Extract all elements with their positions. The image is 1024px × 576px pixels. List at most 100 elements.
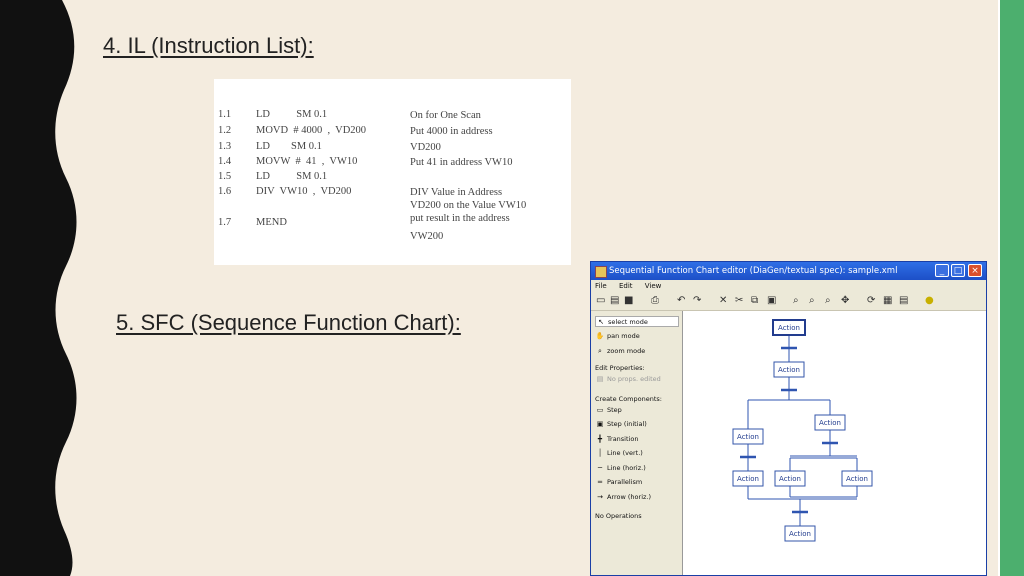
il-comment: Put 4000 in address [410,126,493,137]
new-file-icon[interactable]: ▭ [596,295,605,307]
step-label: Action [737,433,759,441]
edit-properties-value: ▤ No props. edited [596,375,661,383]
palette-parallelism[interactable]: ═ Parallelism [595,478,642,486]
hand-icon: ✋ [595,332,605,340]
il-comment: VD200 on the Value VW10 [410,200,527,211]
lightbulb-icon[interactable]: ● [925,295,934,307]
il-comment: Put 41 in address VW10 [410,157,513,168]
zoom-in-icon[interactable]: ⌕ [793,295,799,307]
step-label: Action [789,530,811,538]
step-label: Action [778,324,800,332]
parallel-icon: ═ [597,478,603,486]
il-comment: VW200 [410,231,444,242]
instruction-list-image: 1.1 LD SM 0.1 On for One Scan 1.2 MOVD # 400… [214,79,571,265]
create-components-label: Create Components: [595,395,662,403]
close-button[interactable]: × [968,264,982,277]
palette-select-mode[interactable]: ↖ select mode [595,316,679,327]
initial-step-icon: ▣ [596,420,604,428]
il-instruction: DIV VW10 , VD200 [256,186,352,197]
step-label: Action [737,475,759,483]
il-line-number: 1.6 [218,186,232,197]
step-label: Action [819,419,841,427]
il-line-number: 1.1 [218,109,232,120]
move-icon[interactable]: ✥ [841,295,849,307]
redo-icon[interactable]: ↷ [693,295,701,307]
operations-label: No Operations [595,512,642,520]
refresh-icon[interactable]: ⟳ [867,295,875,307]
minimize-button[interactable]: _ [935,264,949,277]
il-instruction: MOVD # 4000 , VD200 [256,125,367,136]
sfc-diagram: Action Action Action Action Action Actio… [732,319,873,542]
properties-icon[interactable]: ▤ [899,295,908,307]
heading-sequence-function-chart: 5. SFC (Sequence Function Chart): [116,310,461,335]
step-node[interactable]: Action [774,470,806,487]
il-instruction: LD SM 0.1 [256,141,322,152]
arrow-right-icon: → [597,493,603,501]
window-title: Sequential Function Chart editor (DiaGen… [609,266,898,276]
il-instruction: MEND [256,217,287,228]
il-comment: VD200 [410,142,441,153]
print-icon[interactable]: ⎙ [651,295,659,307]
il-line-number: 1.5 [218,171,232,182]
palette-step[interactable]: ▭ Step [595,406,622,414]
edit-properties-label: Edit Properties: [595,364,645,372]
il-comment: DIV Value in Address [410,187,503,198]
heading-instruction-list: 4. IL (Instruction List): [103,33,314,58]
zoom-fit-icon[interactable]: ⌕ [825,295,831,307]
il-comment: On for One Scan [410,110,481,121]
toolbar: ▭ ▤ ■ ⎙ ↶ ↷ ✕ ✂ ⧉ ▣ ⌕ ⌕ ⌕ ✥ ⟳ ▦ ▤ ● [591,292,986,311]
il-instruction: LD SM 0.1 [256,171,328,182]
maximize-button[interactable]: □ [951,264,965,277]
il-comment: put result in the address [410,213,510,224]
decorative-wavy-band [0,0,77,576]
layout-icon[interactable]: ▦ [883,295,892,307]
palette-pan-mode[interactable]: ✋ pan mode [595,331,679,342]
initial-step-node[interactable]: Action [772,319,806,336]
palette-step-initial[interactable]: ▣ Step (initial) [595,420,647,428]
step-label: Action [779,475,801,483]
properties-icon: ▤ [596,375,604,383]
il-instruction: MOVW # 41 , VW10 [256,156,358,167]
transition-icon: ╋ [597,435,603,443]
il-line-number: 1.2 [218,125,232,136]
step-node[interactable]: Action [773,361,805,378]
step-icon: ▭ [596,406,604,414]
il-line-number: 1.3 [218,141,232,152]
open-folder-icon[interactable]: ▤ [610,295,619,307]
cut-alt-icon[interactable]: ✂ [735,295,743,307]
step-node[interactable]: Action [814,414,846,431]
horizontal-line-icon: ─ [597,464,603,472]
il-line-number: 1.4 [218,156,232,167]
step-node[interactable]: Action [732,428,764,445]
pointer-icon: ↖ [598,318,604,326]
menu-file[interactable]: File [595,282,607,290]
menu-edit[interactable]: Edit [619,282,633,290]
palette-arrow-horiz[interactable]: → Arrow (horiz.) [595,493,651,501]
step-label: Action [778,366,800,374]
il-line-number: 1.7 [218,217,232,228]
magnifier-icon: ⌕ [598,347,602,355]
menu-bar: File Edit View [591,280,986,292]
app-icon [595,266,607,278]
copy-icon[interactable]: ⧉ [751,295,758,307]
chart-canvas[interactable]: Action Action Action Action Action Actio… [682,311,986,575]
zoom-out-icon[interactable]: ⌕ [809,295,815,307]
step-label: Action [846,475,868,483]
step-node[interactable]: Action [784,525,816,542]
vertical-line-icon: │ [597,449,603,457]
paste-icon[interactable]: ▣ [767,295,776,307]
cut-icon[interactable]: ✕ [719,295,727,307]
sfc-editor-window: Sequential Function Chart editor (DiaGen… [590,261,987,576]
accent-strip [1000,0,1024,576]
il-instruction: LD SM 0.1 [256,109,328,120]
step-node[interactable]: Action [841,470,873,487]
step-node[interactable]: Action [732,470,764,487]
menu-view[interactable]: View [645,282,662,290]
palette-zoom-mode[interactable]: ⌕ zoom mode [595,346,679,357]
window-titlebar[interactable]: Sequential Function Chart editor (DiaGen… [591,262,986,280]
palette-line-horiz[interactable]: ─ Line (horiz.) [595,464,646,472]
save-icon[interactable]: ■ [624,295,633,307]
undo-icon[interactable]: ↶ [677,295,685,307]
palette-transition[interactable]: ╋ Transition [595,435,639,443]
palette-line-vert[interactable]: │ Line (vert.) [595,449,643,457]
